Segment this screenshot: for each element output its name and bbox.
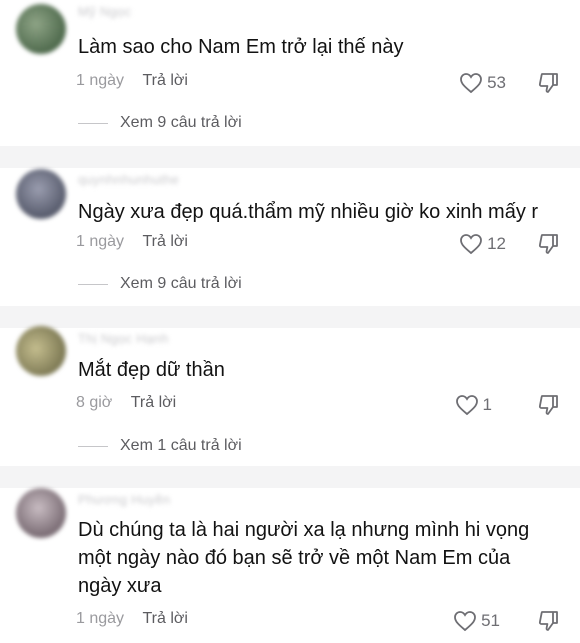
like-count: 12 <box>487 234 506 253</box>
view-replies-button[interactable]: Xem 9 câu trả lời <box>78 273 242 295</box>
reply-button[interactable]: Trả lời <box>143 233 188 251</box>
divider-line <box>78 122 108 124</box>
comment-time: 1 ngày <box>76 72 125 89</box>
avatar[interactable] <box>16 4 66 54</box>
view-replies-button[interactable]: Xem 9 câu trả lời <box>78 112 242 134</box>
comment-text: Mắt đẹp dữ thần <box>78 359 225 381</box>
comment-text: Dù chúng ta là hai người xa lạ nhưng mìn… <box>78 519 530 597</box>
comment-meta: 8 giờ Trả lời <box>76 394 176 416</box>
view-replies-label: Xem 9 câu trả lời <box>120 114 242 131</box>
comment-time: 8 giờ <box>76 394 113 411</box>
like-count: 1 <box>482 395 492 414</box>
reply-button[interactable]: Trả lời <box>143 610 188 628</box>
divider-line <box>78 283 108 285</box>
avatar[interactable] <box>16 326 66 376</box>
view-replies-label: Xem 1 câu trả lời <box>120 437 242 454</box>
comment-username[interactable]: Mỹ Ngọc <box>78 4 131 19</box>
like-button[interactable]: 12 <box>459 232 506 256</box>
comment-meta: 1 ngày Trả lời <box>76 610 188 632</box>
thumbs-down-icon[interactable] <box>536 232 560 256</box>
comment-text: Làm sao cho Nam Em trở lại thế này <box>78 36 404 58</box>
comment-time: 1 ngày <box>76 233 125 250</box>
comment-meta: 1 ngày Trả lời <box>76 233 188 255</box>
like-button[interactable]: 1 <box>455 393 492 417</box>
thumbs-down-icon[interactable] <box>536 71 560 95</box>
heart-outline-icon <box>455 395 478 416</box>
avatar[interactable] <box>16 169 66 219</box>
like-button[interactable]: 53 <box>459 71 506 95</box>
comment-username[interactable]: Phương Huyền <box>78 492 170 507</box>
reply-button[interactable]: Trả lời <box>131 394 176 412</box>
heart-outline-icon <box>460 234 482 255</box>
avatar[interactable] <box>16 488 66 538</box>
section-divider <box>0 306 580 328</box>
comment-username[interactable]: Thị Ngọc Hạnh <box>78 331 169 346</box>
like-button[interactable]: 51 <box>453 609 500 633</box>
view-replies-button[interactable]: Xem 1 câu trả lời <box>78 435 242 457</box>
section-divider <box>0 466 580 488</box>
like-count: 53 <box>487 73 506 92</box>
thumbs-down-icon[interactable] <box>536 393 560 417</box>
view-replies-label: Xem 9 câu trả lời <box>120 275 242 292</box>
comment-meta: 1 ngày Trả lời <box>76 72 188 94</box>
like-count: 51 <box>481 611 500 630</box>
comment-time: 1 ngày <box>76 610 125 627</box>
heart-outline-icon <box>460 73 482 94</box>
comment-text: Ngày xưa đẹp quá.thẩm mỹ nhiều giờ ko xi… <box>78 201 539 223</box>
reply-button[interactable]: Trả lời <box>143 72 188 90</box>
comment-username[interactable]: quynhnhunhuthe <box>78 172 179 187</box>
section-divider <box>0 146 580 168</box>
thumbs-down-icon[interactable] <box>536 609 560 633</box>
divider-line <box>78 445 108 447</box>
heart-outline-icon <box>454 611 476 632</box>
